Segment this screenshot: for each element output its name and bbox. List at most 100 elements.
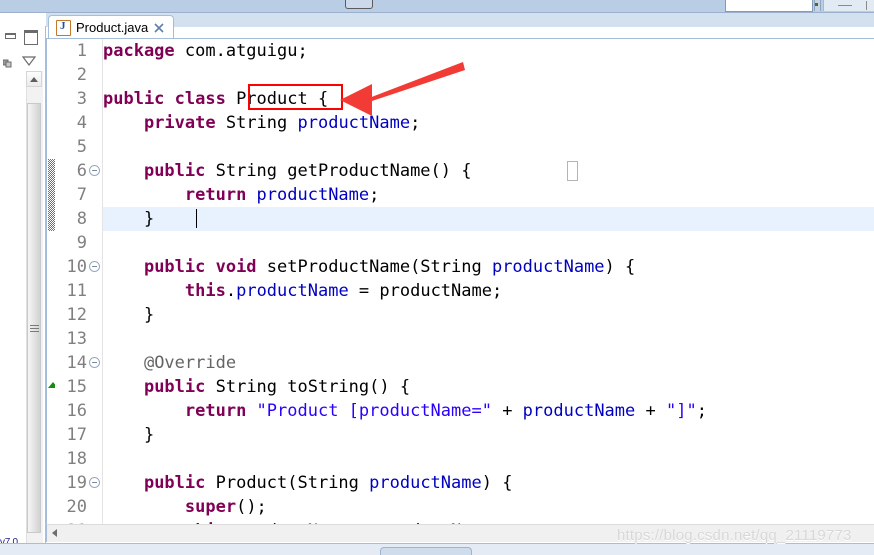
editor-tab-label: Product.java (76, 20, 149, 35)
code-text-area[interactable]: package com.atguigu; public class Product… (103, 39, 874, 524)
fold-toggle-icon[interactable] (89, 165, 100, 176)
code-token: ) { (604, 257, 636, 277)
code-token: setProductName(String (266, 257, 492, 277)
line-number: 14 (66, 353, 87, 373)
bottom-view-tab[interactable] (380, 547, 472, 555)
annotation-highlight-box (248, 84, 343, 110)
code-line-15[interactable]: public String toString() { (103, 375, 410, 399)
line-number: 8 (76, 209, 87, 229)
code-line-4[interactable]: private String productName; (103, 111, 420, 135)
editor-tabstrip: Product.java (46, 13, 874, 39)
line-number: 18 (66, 449, 87, 469)
scrollbar-grip-icon (30, 325, 39, 332)
code-token: ; (369, 185, 380, 205)
java-file-icon (56, 19, 71, 36)
code-token: package (103, 41, 185, 61)
code-line-10[interactable]: public void setProductName(String produc… (103, 255, 635, 279)
text-caret (196, 209, 197, 228)
fold-toggle-icon[interactable] (89, 477, 100, 488)
code-token: = productName; (348, 281, 503, 301)
code-token: String getProductName() { (215, 161, 472, 181)
code-token: com.atguigu; (184, 41, 308, 61)
line-number: 16 (66, 401, 87, 421)
code-token: ) { (481, 473, 513, 493)
scroll-left-arrow-icon (52, 529, 57, 537)
code-line-7[interactable]: return productName; (103, 183, 380, 207)
link-with-editor-icon[interactable] (2, 55, 12, 68)
line-number: 12 (66, 305, 87, 325)
line-number: 11 (66, 281, 87, 301)
code-line-19[interactable]: public Product(String productName) { (103, 471, 513, 495)
quick-access-search-input[interactable] (725, 0, 813, 12)
line-number: 6 (76, 161, 87, 181)
code-token: productName (236, 281, 349, 301)
code-token: super (184, 497, 237, 517)
maximize-icon[interactable] (24, 30, 38, 45)
code-token: String toString() { (215, 377, 411, 397)
code-line-6[interactable]: public String getProductName() { (103, 159, 472, 183)
package-explorer-panel (0, 13, 46, 553)
code-token: productName (491, 257, 605, 277)
code-token: } (103, 209, 155, 229)
line-number: 4 (76, 113, 87, 133)
line-number: 9 (76, 233, 87, 253)
fold-toggle-icon[interactable] (89, 357, 100, 368)
toolbar-indicator-icon (815, 3, 818, 6)
code-line-11[interactable]: this.productName = productName; (103, 279, 502, 303)
code-line-17[interactable]: } (103, 423, 154, 447)
line-number: 17 (66, 425, 87, 445)
perspective-divider (866, 1, 867, 10)
code-token: public (143, 473, 216, 493)
minimize-icon[interactable] (5, 33, 16, 39)
changed-lines-marker (48, 159, 55, 231)
code-token: public (143, 161, 216, 181)
editor-body[interactable]: 1 2 3 4 5 6 7 8 9 10 11 12 13 14 15 16 1… (46, 39, 874, 524)
editor-tab-product-java[interactable]: Product.java (48, 15, 175, 39)
code-token: productName (256, 185, 370, 205)
code-line-20[interactable]: super(); (103, 495, 267, 519)
code-token: + (635, 401, 666, 421)
code-token: private (143, 113, 226, 133)
code-token: productName (297, 113, 411, 133)
line-number: 13 (66, 329, 87, 349)
java-editor: Product.java 1 2 3 4 5 6 (46, 13, 874, 543)
code-token: @Override (143, 353, 237, 373)
close-icon[interactable] (153, 22, 165, 34)
eclipse-ide-window: v7.0 Product.java 1 2 (0, 0, 874, 555)
line-number: 15 (66, 377, 87, 397)
code-token: } (103, 425, 155, 445)
scroll-up-arrow-icon (30, 77, 38, 82)
code-token: "]" (665, 401, 697, 421)
code-token: (); (236, 497, 267, 517)
perspective-label-remnant (838, 5, 852, 6)
code-token: "Product [productName=" (256, 401, 492, 421)
code-token: ; (410, 113, 421, 133)
code-line-14[interactable]: @Override (103, 351, 236, 375)
code-line-16[interactable]: return "Product [productName=" + product… (103, 399, 707, 423)
code-token: ; (696, 401, 707, 421)
code-line-1[interactable]: package com.atguigu; (103, 39, 308, 63)
explorer-scrollbar-thumb[interactable] (27, 103, 41, 533)
line-number: 20 (66, 497, 87, 517)
code-line-12[interactable]: } (103, 303, 154, 327)
editor-horizontal-scrollbar[interactable] (46, 524, 874, 542)
code-token: + (491, 401, 523, 421)
code-line-8[interactable]: } (103, 207, 154, 231)
toolbar-button-remnant[interactable] (345, 0, 373, 9)
line-number: 5 (76, 137, 87, 157)
fold-toggle-icon[interactable] (89, 261, 100, 272)
line-number: 10 (66, 257, 87, 277)
code-token: public class (103, 89, 237, 109)
code-token: this (184, 281, 226, 301)
code-token: public void (143, 257, 267, 277)
line-number-gutter: 1 2 3 4 5 6 7 8 9 10 11 12 13 14 15 16 1… (55, 39, 101, 524)
matching-brace-highlight (567, 161, 578, 181)
